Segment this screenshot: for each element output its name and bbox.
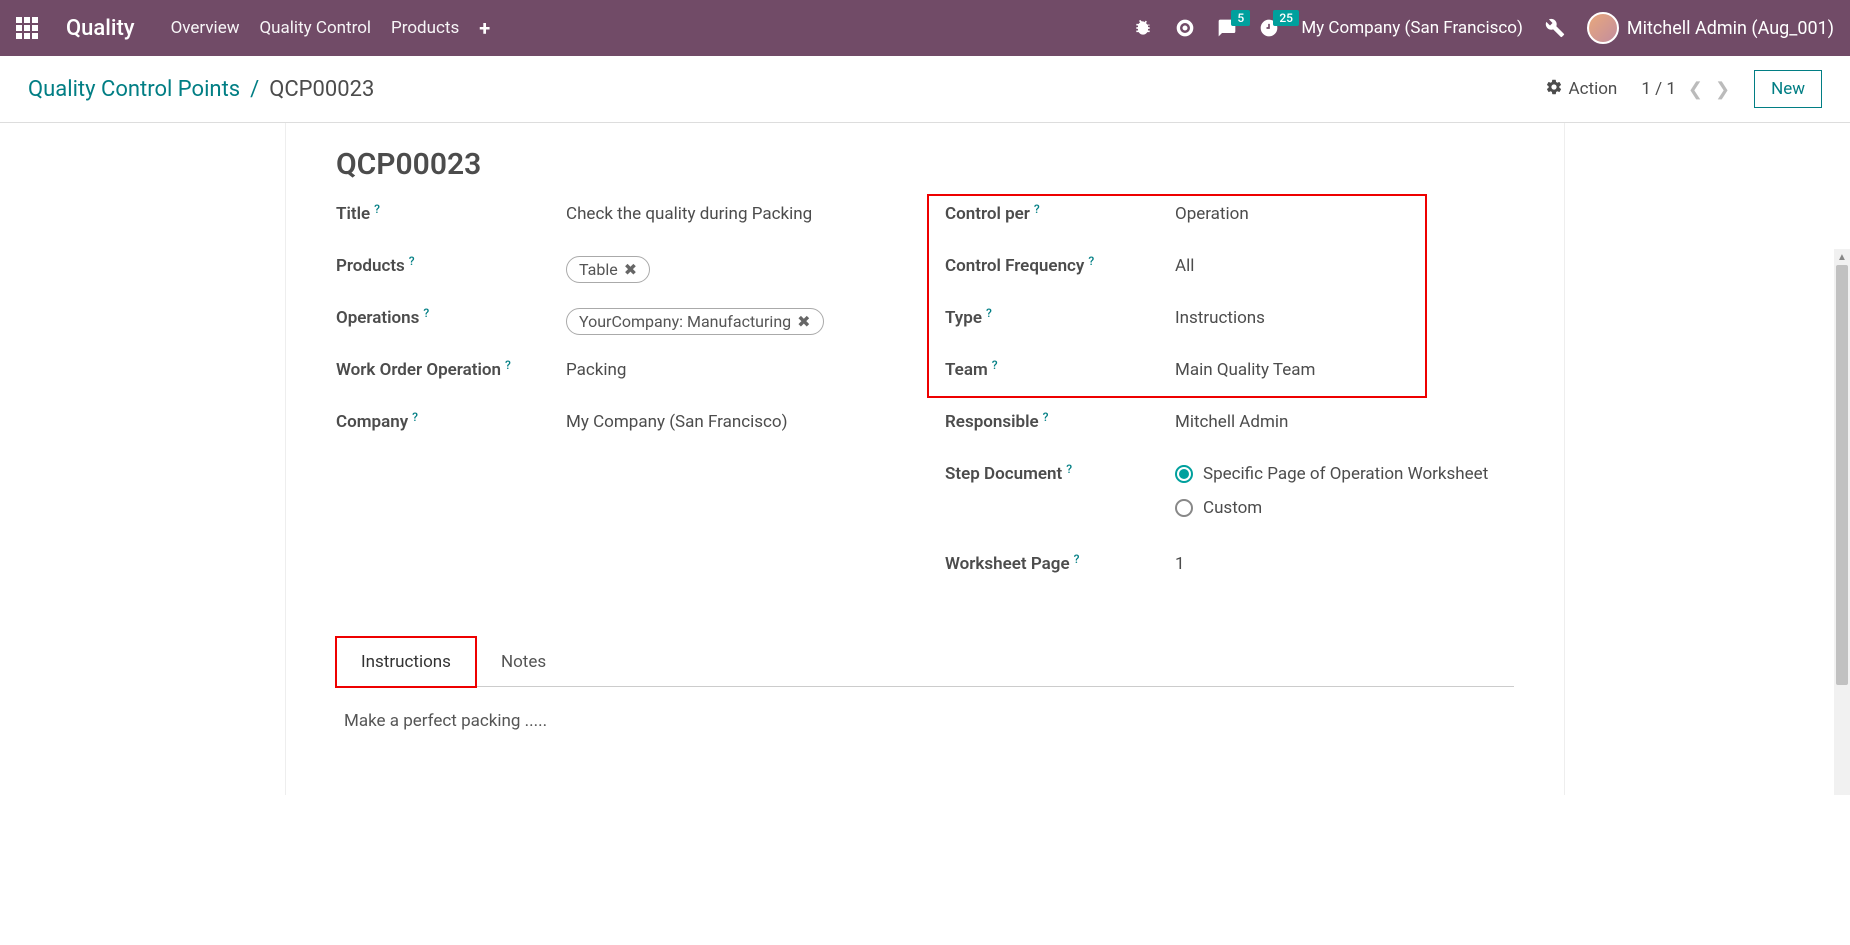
navbar-left: Quality Overview Quality Control Product… (16, 16, 490, 41)
gear-icon (1545, 78, 1563, 101)
scroll-up-icon[interactable]: ▲ (1834, 249, 1850, 265)
company-selector[interactable]: My Company (San Francisco) (1301, 18, 1523, 38)
tab-instructions[interactable]: Instructions (336, 637, 476, 687)
nav-overview[interactable]: Overview (171, 18, 240, 38)
field-team: Team? Main Quality Team (945, 360, 1514, 390)
support-icon[interactable] (1175, 18, 1195, 38)
radio-checked-icon (1175, 465, 1193, 483)
field-products: Products? Table ✖ (336, 256, 905, 286)
field-responsible: Responsible? Mitchell Admin (945, 412, 1514, 442)
field-worksheet-page: Worksheet Page? 1 (945, 554, 1514, 584)
help-icon[interactable]: ? (1066, 462, 1072, 476)
navbar-right: 5 25 My Company (San Francisco) Mitchell… (1133, 12, 1834, 44)
field-control-freq: Control Frequency? All (945, 256, 1514, 286)
field-control-per: Control per? Operation (945, 204, 1514, 234)
breadcrumb-current: QCP00023 (269, 77, 374, 102)
scrollbar[interactable]: ▲ (1834, 249, 1850, 795)
messages-badge: 5 (1231, 10, 1250, 26)
operations-value[interactable]: YourCompany: Manufacturing ✖ (566, 308, 905, 335)
products-value[interactable]: Table ✖ (566, 256, 905, 283)
action-button[interactable]: Action (1545, 78, 1618, 101)
control-panel-right: Action 1 / 1 ❮ ❯ New (1545, 70, 1822, 108)
apps-icon[interactable] (16, 17, 38, 39)
help-icon[interactable]: ? (412, 410, 418, 424)
form-right-column: Control per? Operation Control Frequency… (945, 204, 1514, 606)
field-title: Title? Check the quality during Packing (336, 204, 905, 234)
radio-specific-page[interactable]: Specific Page of Operation Worksheet (1175, 464, 1514, 484)
remove-tag-icon[interactable]: ✖ (624, 260, 637, 279)
breadcrumb-sep: / (250, 77, 259, 102)
nav-quality-control[interactable]: Quality Control (259, 18, 371, 38)
help-icon[interactable]: ? (992, 358, 998, 372)
tab-content-instructions[interactable]: Make a perfect packing ..... (336, 687, 1514, 755)
pager-prev-icon[interactable]: ❮ (1688, 79, 1703, 100)
tools-icon[interactable] (1545, 18, 1565, 38)
pager-value[interactable]: 1 / 1 (1641, 79, 1676, 99)
activities-icon[interactable]: 25 (1259, 18, 1279, 38)
operation-tag[interactable]: YourCompany: Manufacturing ✖ (566, 308, 824, 335)
field-operations: Operations? YourCompany: Manufacturing ✖ (336, 308, 905, 338)
help-icon[interactable]: ? (374, 202, 380, 216)
remove-tag-icon[interactable]: ✖ (797, 312, 810, 331)
type-value[interactable]: Instructions (1175, 308, 1514, 328)
tabs: Instructions Notes (336, 636, 1514, 687)
control-per-value[interactable]: Operation (1175, 204, 1514, 224)
messages-icon[interactable]: 5 (1217, 18, 1237, 38)
work-order-op-value[interactable]: Packing (566, 360, 905, 380)
breadcrumb-root[interactable]: Quality Control Points (28, 77, 240, 102)
control-freq-value[interactable]: All (1175, 256, 1514, 276)
help-icon[interactable]: ? (423, 306, 429, 320)
radio-custom[interactable]: Custom (1175, 498, 1514, 518)
responsible-value[interactable]: Mitchell Admin (1175, 412, 1514, 432)
top-navbar: Quality Overview Quality Control Product… (0, 0, 1850, 56)
help-icon[interactable]: ? (1043, 410, 1049, 424)
tab-notes[interactable]: Notes (476, 637, 571, 687)
user-menu[interactable]: Mitchell Admin (Aug_001) (1587, 12, 1834, 44)
help-icon[interactable]: ? (409, 254, 415, 268)
field-type: Type? Instructions (945, 308, 1514, 338)
product-tag[interactable]: Table ✖ (566, 256, 650, 283)
control-panel: Quality Control Points / QCP00023 Action… (0, 56, 1850, 123)
sheet-container: QCP00023 Title? Check the quality during… (0, 123, 1850, 795)
help-icon[interactable]: ? (1088, 254, 1094, 268)
record-title: QCP00023 (336, 147, 1514, 182)
worksheet-page-value[interactable]: 1 (1175, 554, 1514, 574)
nav-add-icon[interactable]: + (479, 16, 490, 40)
team-value[interactable]: Main Quality Team (1175, 360, 1514, 380)
title-value[interactable]: Check the quality during Packing (566, 204, 905, 224)
field-company: Company? My Company (San Francisco) (336, 412, 905, 442)
user-name: Mitchell Admin (Aug_001) (1627, 18, 1834, 39)
field-step-document: Step Document? Specific Page of Operatio… (945, 464, 1514, 532)
new-button[interactable]: New (1754, 70, 1822, 108)
avatar (1587, 12, 1619, 44)
bug-icon[interactable] (1133, 18, 1153, 38)
app-title[interactable]: Quality (66, 16, 135, 41)
pager: 1 / 1 ❮ ❯ (1641, 79, 1730, 100)
help-icon[interactable]: ? (1034, 202, 1040, 216)
radio-unchecked-icon (1175, 499, 1193, 517)
breadcrumb: Quality Control Points / QCP00023 (28, 77, 374, 102)
company-value[interactable]: My Company (San Francisco) (566, 412, 905, 432)
field-work-order-op: Work Order Operation? Packing (336, 360, 905, 390)
scroll-thumb[interactable] (1836, 265, 1848, 685)
action-label: Action (1569, 79, 1618, 99)
help-icon[interactable]: ? (505, 358, 511, 372)
pager-next-icon[interactable]: ❯ (1715, 79, 1730, 100)
help-icon[interactable]: ? (1074, 552, 1080, 566)
help-icon[interactable]: ? (986, 306, 992, 320)
nav-products[interactable]: Products (391, 18, 459, 38)
activities-badge: 25 (1273, 10, 1299, 26)
form-grid: Title? Check the quality during Packing … (336, 204, 1514, 606)
form-sheet: QCP00023 Title? Check the quality during… (285, 123, 1565, 795)
form-left-column: Title? Check the quality during Packing … (336, 204, 905, 606)
